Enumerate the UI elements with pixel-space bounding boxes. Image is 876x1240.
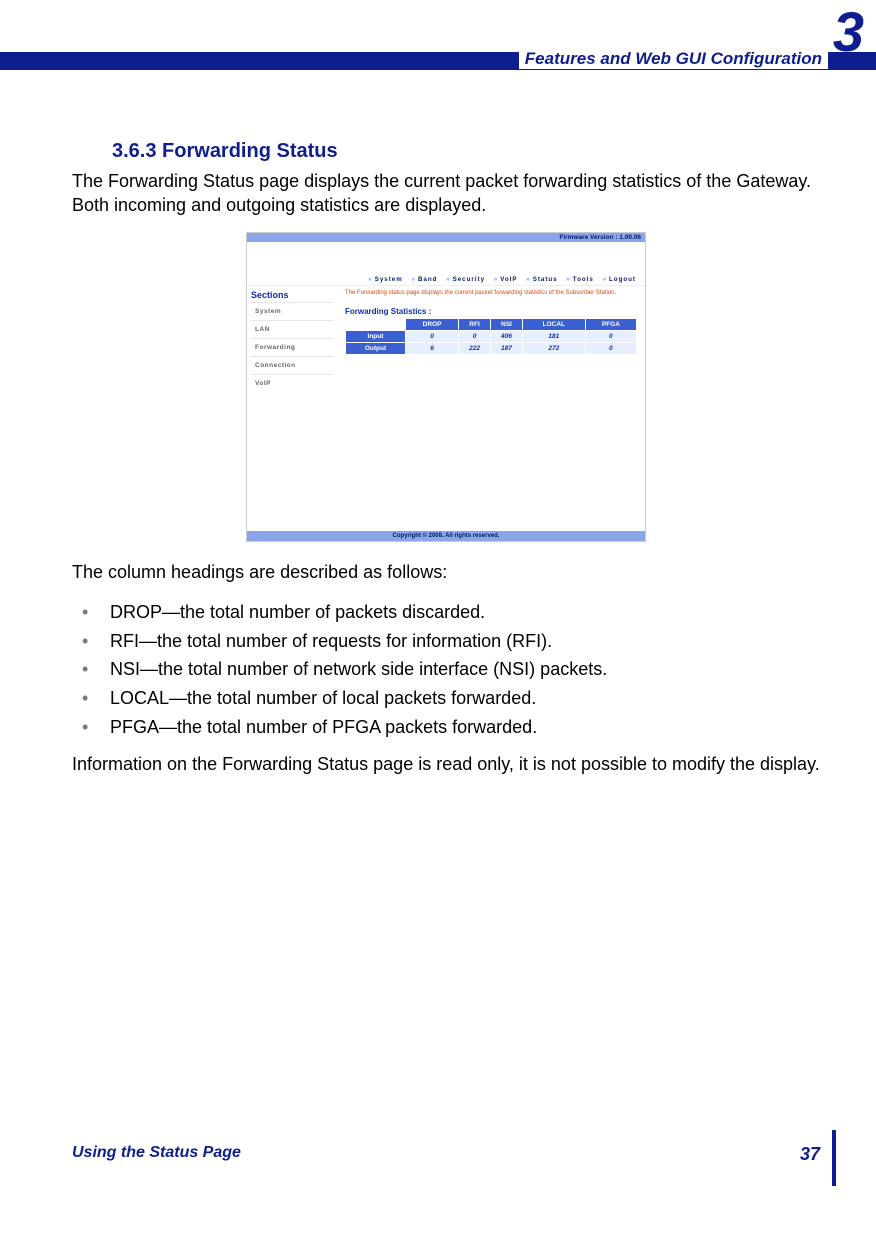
page-number: 37 bbox=[800, 1144, 820, 1165]
header-bar: Features and Web GUI Configuration bbox=[0, 52, 876, 70]
cell: 0 bbox=[585, 343, 636, 355]
cell: 0 bbox=[585, 331, 636, 343]
sidebar-title: Sections bbox=[251, 290, 333, 300]
forwarding-table: DROP RFI NSI LOCAL PFGA Input 0 0 406 18… bbox=[345, 318, 637, 355]
sidebar-item-forwarding[interactable]: Forwarding bbox=[251, 338, 333, 356]
list-item: PFGA—the total number of PFGA packets fo… bbox=[72, 713, 820, 742]
col-local: LOCAL bbox=[522, 319, 585, 331]
menu-item[interactable]: Logout bbox=[609, 276, 636, 283]
table-row: Input 0 0 406 181 0 bbox=[346, 331, 637, 343]
table-title: Forwarding Statistics : bbox=[345, 307, 637, 316]
main-pane: The Forwarding status page displays the … bbox=[337, 286, 645, 496]
sidebar-item-voip[interactable]: VoIP bbox=[251, 374, 333, 392]
list-item: DROP—the total number of packets discard… bbox=[72, 598, 820, 627]
cell: 187 bbox=[490, 343, 522, 355]
list-item: RFI—the total number of requests for inf… bbox=[72, 627, 820, 656]
cell: 0 bbox=[459, 331, 491, 343]
sidebar-item-system[interactable]: System bbox=[251, 302, 333, 320]
list-item: LOCAL—the total number of local packets … bbox=[72, 684, 820, 713]
col-nsi: NSI bbox=[490, 319, 522, 331]
menu-item[interactable]: Band bbox=[418, 276, 437, 283]
cell: 0 bbox=[405, 331, 458, 343]
sidebar-item-lan[interactable]: LAN bbox=[251, 320, 333, 338]
top-menu: »System »Band »Security »VoIP »Status »T… bbox=[247, 274, 645, 286]
footer-section-title: Using the Status Page bbox=[72, 1144, 241, 1162]
menu-item[interactable]: Tools bbox=[573, 276, 594, 283]
cell: 6 bbox=[405, 343, 458, 355]
cell: 222 bbox=[459, 343, 491, 355]
sidebar: Sections System LAN Forwarding Connectio… bbox=[247, 286, 337, 496]
col-rfi: RFI bbox=[459, 319, 491, 331]
table-row: Output 6 222 187 272 0 bbox=[346, 343, 637, 355]
firmware-version: Firmware Version : 1.00.06 bbox=[247, 233, 645, 242]
cell: 272 bbox=[522, 343, 585, 355]
row-label: Output bbox=[346, 343, 406, 355]
col-drop: DROP bbox=[405, 319, 458, 331]
chapter-title: Features and Web GUI Configuration bbox=[519, 49, 828, 69]
menu-item[interactable]: System bbox=[375, 276, 403, 283]
cell: 181 bbox=[522, 331, 585, 343]
column-descriptions: DROP—the total number of packets discard… bbox=[72, 598, 820, 742]
menu-item[interactable]: VoIP bbox=[500, 276, 517, 283]
post-shot-paragraph: The column headings are described as fol… bbox=[72, 560, 820, 584]
pane-description: The Forwarding status page displays the … bbox=[345, 290, 637, 298]
intro-paragraph: The Forwarding Status page displays the … bbox=[72, 169, 820, 218]
sidebar-item-connection[interactable]: Connection bbox=[251, 356, 333, 374]
row-label: Input bbox=[346, 331, 406, 343]
page-content: 3.6.3 Forwarding Status The Forwarding S… bbox=[72, 140, 820, 790]
cell: 406 bbox=[490, 331, 522, 343]
menu-item[interactable]: Security bbox=[453, 276, 485, 283]
list-item: NSI—the total number of network side int… bbox=[72, 655, 820, 684]
copyright-footer: Copyright © 2008. All rights reserved. bbox=[247, 531, 645, 541]
menu-item[interactable]: Status bbox=[533, 276, 558, 283]
footer-rule bbox=[832, 1130, 836, 1186]
embedded-screenshot: Firmware Version : 1.00.06 »System »Band… bbox=[246, 232, 646, 542]
col-pfga: PFGA bbox=[585, 319, 636, 331]
closing-paragraph: Information on the Forwarding Status pag… bbox=[72, 752, 820, 776]
section-heading: 3.6.3 Forwarding Status bbox=[112, 140, 820, 163]
